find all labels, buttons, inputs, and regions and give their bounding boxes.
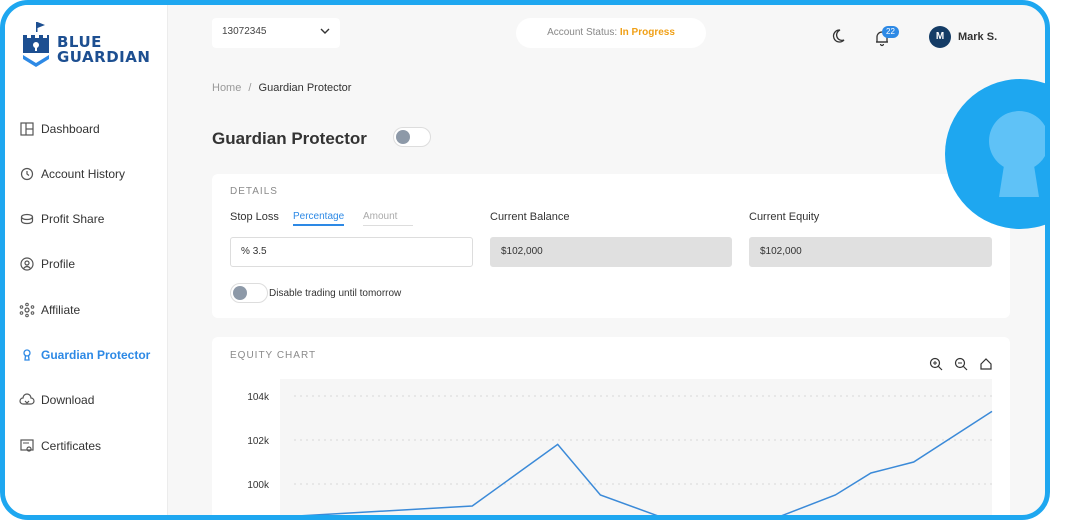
sidebar-item-label: Download bbox=[41, 393, 95, 407]
keyhole-icon bbox=[23, 349, 31, 361]
avatar[interactable]: M bbox=[929, 26, 951, 48]
current-balance-label: Current Balance bbox=[490, 211, 570, 223]
disable-trading-label: Disable trading until tomorrow bbox=[269, 288, 402, 299]
breadcrumb-current: Guardian Protector bbox=[258, 82, 352, 94]
sidebar-item-affiliate[interactable]: Affiliate bbox=[19, 299, 80, 321]
cloud-download-icon bbox=[19, 393, 35, 405]
breadcrumb: Home / Guardian Protector bbox=[212, 82, 351, 94]
chevron-down-icon bbox=[320, 28, 330, 34]
tab-percentage[interactable]: Percentage bbox=[293, 211, 345, 226]
disable-trading-toggle[interactable] bbox=[230, 283, 268, 303]
brand-name: BLUE GUARDIAN bbox=[57, 33, 151, 66]
equity-chart: 104k 102k 100k bbox=[247, 379, 993, 515]
guardian-toggle[interactable] bbox=[393, 127, 431, 147]
account-select[interactable]: 13072345 bbox=[212, 18, 340, 48]
toggle-knob bbox=[233, 286, 247, 300]
user-circle-icon bbox=[20, 257, 34, 271]
history-icon bbox=[20, 167, 34, 181]
sidebar-item-label: Profile bbox=[41, 257, 76, 271]
toggle-knob bbox=[396, 130, 410, 144]
top-bar: 13072345 Account Status: In Progress 22 … bbox=[168, 5, 1045, 65]
sidebar-item-guardian-protector[interactable]: Guardian Protector bbox=[19, 344, 150, 366]
stop-loss-label: Stop Loss bbox=[230, 211, 279, 223]
status-label: Account Status: bbox=[547, 27, 618, 38]
status-value: In Progress bbox=[619, 27, 675, 38]
current-equity-field: $102,000 bbox=[749, 237, 992, 267]
y-tick-label: 100k bbox=[247, 480, 270, 491]
equity-chart-card: EQUITY CHART 104k 102k 100k bbox=[212, 337, 1010, 515]
sidebar-item-label: Dashboard bbox=[41, 122, 100, 136]
keyhole-icon bbox=[989, 111, 1045, 197]
current-balance-field: $102,000 bbox=[490, 237, 732, 267]
breadcrumb-separator: / bbox=[248, 82, 252, 94]
breadcrumb-home[interactable]: Home bbox=[212, 82, 241, 94]
stop-loss-value: 3.5 bbox=[252, 246, 267, 257]
plot-area bbox=[280, 379, 992, 515]
certificate-icon bbox=[20, 439, 34, 452]
stop-loss-prefix: % bbox=[241, 246, 250, 257]
y-tick-label: 102k bbox=[247, 436, 270, 447]
details-card: DETAILS Stop Loss Percentage Amount % 3.… bbox=[212, 174, 1010, 318]
layout-icon bbox=[20, 122, 34, 136]
keyhole-badge bbox=[945, 79, 1045, 229]
sidebar-item-download[interactable]: Download bbox=[19, 389, 94, 411]
brand-logo[interactable]: BLUE GUARDIAN bbox=[21, 21, 161, 73]
notification-badge: 22 bbox=[882, 26, 899, 38]
sidebar-item-account-history[interactable]: Account History bbox=[19, 163, 125, 185]
app-frame: BLUE GUARDIAN Dashboard Account History … bbox=[0, 0, 1050, 520]
stop-loss-input[interactable]: % 3.5 bbox=[230, 237, 473, 267]
moon-icon[interactable] bbox=[830, 28, 846, 44]
account-status: Account Status: In Progress bbox=[516, 18, 706, 48]
page-title: Guardian Protector bbox=[212, 129, 367, 148]
sidebar-item-label: Certificates bbox=[41, 439, 102, 453]
coins-icon bbox=[20, 213, 34, 225]
sidebar-item-label: Account History bbox=[41, 167, 126, 181]
current-equity-label: Current Equity bbox=[749, 211, 820, 223]
sidebar-item-dashboard[interactable]: Dashboard bbox=[19, 118, 100, 140]
sidebar-item-profile[interactable]: Profile bbox=[19, 253, 75, 275]
sidebar: BLUE GUARDIAN Dashboard Account History … bbox=[5, 5, 168, 515]
sidebar-item-profit-share[interactable]: Profit Share bbox=[19, 208, 104, 230]
castle-shield-icon bbox=[23, 22, 49, 67]
network-icon bbox=[19, 302, 35, 318]
sidebar-item-label: Affiliate bbox=[41, 303, 81, 317]
sidebar-item-label: Profit Share bbox=[41, 212, 105, 226]
account-number: 13072345 bbox=[222, 26, 267, 37]
details-section-label: DETAILS bbox=[230, 186, 278, 197]
tab-amount[interactable]: Amount bbox=[363, 211, 413, 226]
sidebar-item-label: Guardian Protector bbox=[41, 348, 151, 362]
sidebar-item-certificates[interactable]: Certificates bbox=[19, 435, 101, 457]
user-name[interactable]: Mark S. bbox=[958, 31, 997, 43]
y-tick-label: 104k bbox=[247, 392, 270, 403]
